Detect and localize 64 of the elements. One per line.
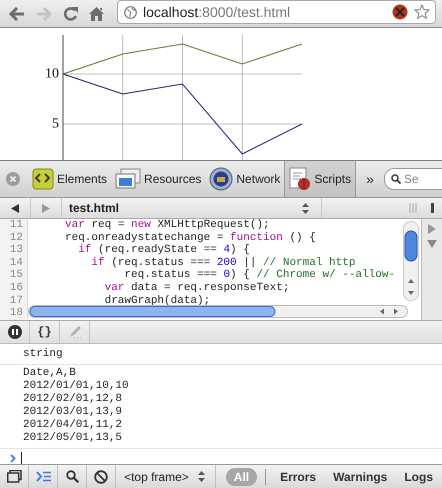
address-bar[interactable]: localhost:8000/test.html [117, 0, 436, 24]
updown-caret-icon [302, 202, 309, 214]
console-icon [36, 471, 51, 482]
line-number: 11 [0, 219, 28, 232]
code-line: var data = req.responseText; [104, 282, 290, 295]
filter-button[interactable]: Logs [396, 468, 441, 486]
home-icon[interactable] [89, 6, 104, 20]
filter-button[interactable]: Errors [272, 468, 324, 486]
line-number: 13 [0, 244, 28, 257]
forward-icon[interactable] [42, 204, 50, 212]
console-output-line: Date,A,B [23, 367, 77, 380]
play-icon[interactable] [428, 224, 436, 234]
code-line: drawGraph(data); [104, 294, 210, 308]
code-line: req.onreadystatechange = function () { [65, 232, 316, 244]
back-icon[interactable] [10, 204, 20, 212]
code-line: var req = new XMLHttpRequest(); [65, 219, 270, 232]
console-output-line: 2012/02/01,12,8 [23, 393, 124, 406]
horizontal-scrollbar[interactable] [28, 305, 408, 318]
code-line: if (req.readyState == 4) { [77, 244, 250, 257]
panel-tab[interactable]: Scripts [284, 161, 356, 197]
code-line: req.status === 0) { // Chrome w/ --allow- [123, 269, 396, 282]
pencil-icon [68, 325, 82, 339]
star-icon[interactable] [414, 4, 430, 20]
prompt-chevron-icon [10, 454, 16, 463]
console-output-line: 2012/05/01,13,5 [23, 432, 124, 445]
vertical-scrollbar[interactable] [403, 221, 419, 301]
reload-icon[interactable] [63, 6, 78, 21]
y-tick-label: 10 [45, 66, 59, 82]
url-host: localhost [143, 4, 198, 20]
line-number: 15 [0, 269, 28, 282]
close-icon[interactable] [6, 172, 20, 186]
code-line: if (req.status === 200 || // Normal http [90, 256, 356, 269]
search-icon [390, 174, 401, 184]
console-output-line: string [23, 348, 64, 361]
text-cursor [21, 452, 22, 465]
line-number: 12 [0, 232, 28, 244]
line-number: 14 [0, 256, 28, 270]
url-path: :8000/test.html [198, 4, 290, 20]
console-output-line: 2012/04/01,11,2 [23, 419, 124, 432]
pause-icon [8, 325, 22, 339]
panel-tab[interactable]: Resources [111, 161, 206, 197]
clear-icon [94, 470, 108, 484]
line-number: 18 [0, 307, 28, 320]
expand-icon[interactable] [427, 240, 437, 248]
pretty-print-button[interactable]: {} [30, 321, 60, 343]
pane-edge-icon [431, 203, 434, 213]
y-tick-label: 5 [52, 116, 59, 132]
windows-icon [115, 168, 142, 190]
panel-tab[interactable]: Network [205, 161, 284, 197]
line-number: 17 [0, 294, 28, 308]
script-bug-icon [289, 167, 312, 191]
search-field[interactable]: Se [384, 168, 442, 190]
line-number: 16 [0, 282, 28, 295]
more-panels-button[interactable]: » [366, 171, 374, 187]
panel-tab[interactable]: Elements [28, 161, 112, 197]
console-output-line: 2012/01/01,10,10 [23, 380, 130, 393]
frame-selector[interactable]: <top frame> [116, 465, 216, 488]
windows-icon [6, 470, 22, 483]
search-icon [66, 470, 79, 483]
blocked-extension-icon[interactable] [392, 4, 408, 20]
updown-caret-icon [198, 471, 205, 482]
filter-button[interactable]: Warnings [325, 468, 396, 486]
code-brackets-icon [32, 168, 54, 190]
console-output-line: 2012/03/01,13,9 [23, 406, 124, 419]
